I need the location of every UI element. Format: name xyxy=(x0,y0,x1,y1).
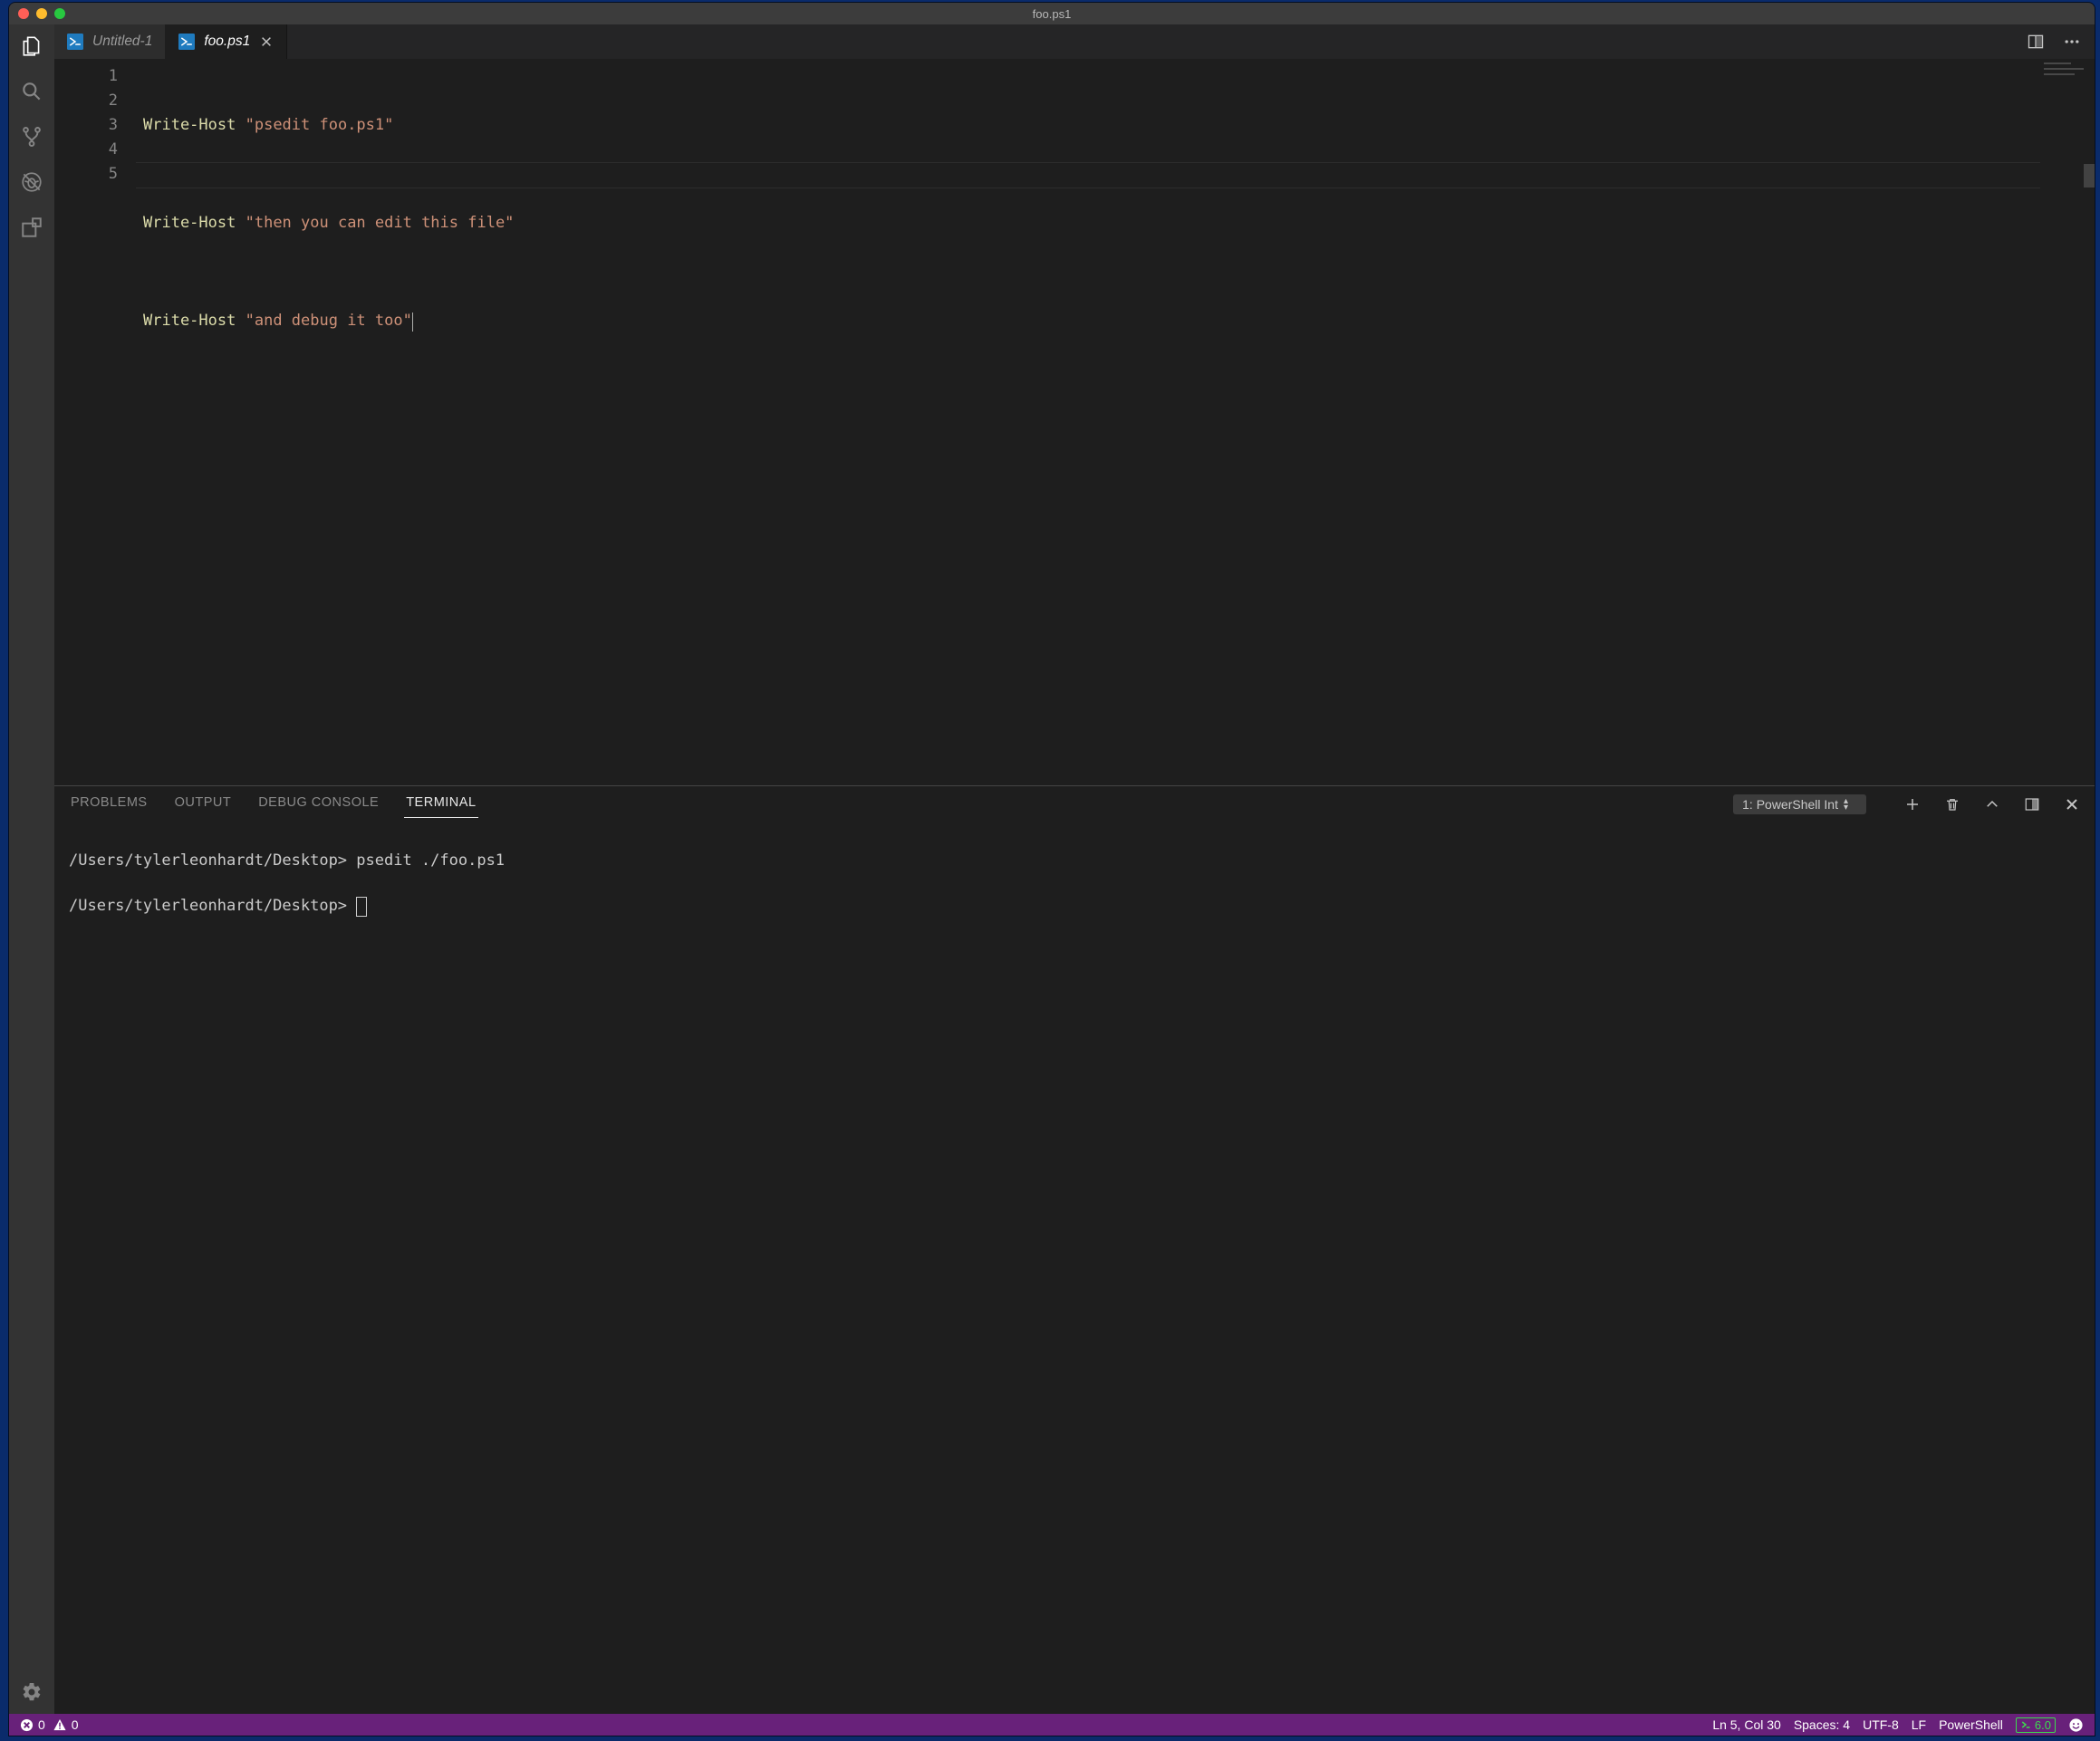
terminal-line: /Users/tylerleonhardt/Desktop> psedit ./… xyxy=(69,850,2080,872)
tab-untitled-1[interactable]: Untitled-1 xyxy=(54,24,166,59)
zoom-window-button[interactable] xyxy=(54,8,65,19)
warnings-count: 0 xyxy=(72,1717,79,1732)
more-actions-icon[interactable] xyxy=(2062,32,2082,52)
status-warnings[interactable]: 0 xyxy=(53,1717,79,1732)
close-panel-icon[interactable] xyxy=(2062,794,2082,814)
vscode-window: foo.ps1 xyxy=(9,3,2095,1736)
terminal-line: /Users/tylerleonhardt/Desktop> xyxy=(69,897,356,915)
line-number: 1 xyxy=(54,64,118,89)
terminal-content[interactable]: /Users/tylerleonhardt/Desktop> psedit ./… xyxy=(54,818,2095,1714)
text-cursor xyxy=(412,313,413,332)
settings-gear-icon[interactable] xyxy=(19,1679,44,1705)
toggle-panel-position-icon[interactable] xyxy=(2022,794,2042,814)
minimize-window-button[interactable] xyxy=(36,8,47,19)
debug-icon[interactable] xyxy=(19,169,44,195)
titlebar: foo.ps1 xyxy=(9,3,2095,24)
token-command: Write-Host xyxy=(143,116,236,134)
new-terminal-icon[interactable] xyxy=(1903,794,1922,814)
panel-tab-output[interactable]: OUTPUT xyxy=(173,792,234,817)
status-language[interactable]: PowerShell xyxy=(1939,1717,2003,1732)
window-title: foo.ps1 xyxy=(9,7,2095,21)
token-command: Write-Host xyxy=(143,312,236,330)
split-editor-icon[interactable] xyxy=(2026,32,2046,52)
tab-foo-ps1[interactable]: foo.ps1 xyxy=(166,24,287,59)
token-string: "psedit foo.ps1" xyxy=(246,116,394,134)
panel-tab-debug-console[interactable]: DEBUG CONSOLE xyxy=(256,792,381,817)
close-icon[interactable] xyxy=(259,34,274,49)
panel-tab-problems[interactable]: PROBLEMS xyxy=(69,792,149,817)
token-command: Write-Host xyxy=(143,214,236,232)
status-feedback-icon[interactable] xyxy=(2068,1717,2084,1733)
status-spaces[interactable]: Spaces: 4 xyxy=(1794,1717,1850,1732)
errors-count: 0 xyxy=(38,1717,45,1732)
status-eol[interactable]: LF xyxy=(1912,1717,1926,1732)
panel-tabs: PROBLEMS OUTPUT DEBUG CONSOLE TERMINAL 1… xyxy=(54,786,2095,818)
powershell-file-icon xyxy=(178,34,195,50)
line-number: 5 xyxy=(54,162,118,187)
window-controls xyxy=(9,8,65,19)
token-string: "then you can edit this file" xyxy=(246,214,515,232)
powershell-file-icon xyxy=(67,34,83,50)
statusbar: 0 0 Ln 5, Col 30 Spaces: 4 UTF-8 LF Powe… xyxy=(9,1714,2095,1736)
line-number: 4 xyxy=(54,138,118,162)
status-encoding[interactable]: UTF-8 xyxy=(1863,1717,1899,1732)
line-number: 2 xyxy=(54,89,118,113)
tab-label: foo.ps1 xyxy=(204,34,250,50)
kill-terminal-icon[interactable] xyxy=(1942,794,1962,814)
bottom-panel: PROBLEMS OUTPUT DEBUG CONSOLE TERMINAL 1… xyxy=(54,785,2095,1714)
search-icon[interactable] xyxy=(19,79,44,104)
code-content[interactable]: Write-Host "psedit foo.ps1" Write-Host "… xyxy=(136,59,2040,785)
code-editor[interactable]: 1 2 3 4 5 Write-Host "psedit foo.ps1" Wr… xyxy=(54,59,2095,785)
terminal-cursor xyxy=(356,897,367,917)
extensions-icon[interactable] xyxy=(19,215,44,240)
token-string: "and debug it too" xyxy=(246,312,412,330)
maximize-panel-icon[interactable] xyxy=(1982,794,2002,814)
close-window-button[interactable] xyxy=(18,8,29,19)
line-number: 3 xyxy=(54,113,118,138)
tab-label: Untitled-1 xyxy=(92,34,152,50)
chevron-updown-icon: ▴▾ xyxy=(1844,798,1848,811)
status-powershell-version[interactable]: 6.0 xyxy=(2016,1717,2056,1733)
line-number-gutter: 1 2 3 4 5 xyxy=(54,59,136,785)
editor-scrollbar[interactable] xyxy=(2084,59,2095,785)
status-errors[interactable]: 0 xyxy=(20,1717,45,1732)
editor-tabs: Untitled-1 foo.ps1 xyxy=(54,24,2095,59)
source-control-icon[interactable] xyxy=(19,124,44,149)
ps-version-value: 6.0 xyxy=(2035,1718,2051,1732)
status-ln-col[interactable]: Ln 5, Col 30 xyxy=(1712,1717,1781,1732)
panel-tab-terminal[interactable]: TERMINAL xyxy=(404,792,477,818)
terminal-selector[interactable]: 1: PowerShell Int ▴▾ xyxy=(1733,794,1866,814)
terminal-selector-label: 1: PowerShell Int xyxy=(1742,797,1838,812)
explorer-icon[interactable] xyxy=(19,34,44,59)
activity-bar xyxy=(9,24,54,1714)
